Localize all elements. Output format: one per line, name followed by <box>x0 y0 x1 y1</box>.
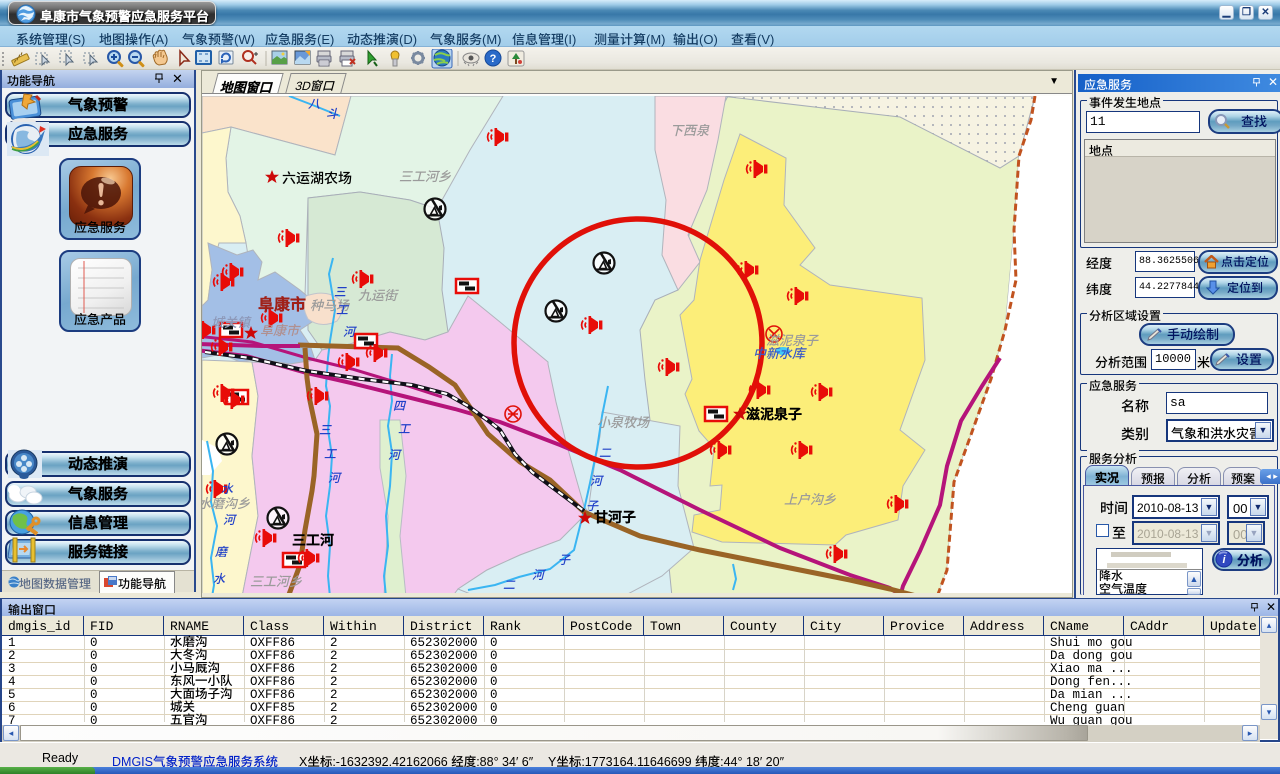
svg-text:水: 水 <box>221 480 234 497</box>
svg-text:小泉牧场: 小泉牧场 <box>597 412 651 431</box>
svg-text:子: 子 <box>558 551 571 568</box>
svg-text:滋泥泉子: 滋泥泉子 <box>746 404 802 424</box>
svg-text:三: 三 <box>319 421 332 438</box>
svg-text:二: 二 <box>599 444 612 461</box>
svg-text:六运湖农场: 六运湖农场 <box>282 168 352 188</box>
svg-text:三工河乡: 三工河乡 <box>250 571 303 590</box>
svg-text:?: ? <box>490 53 497 65</box>
svg-text:四: 四 <box>393 397 407 414</box>
svg-text:三工河: 三工河 <box>292 530 334 550</box>
svg-text:中新水库: 中新水库 <box>753 343 807 362</box>
svg-text:工: 工 <box>398 420 412 437</box>
svg-text:子: 子 <box>586 497 599 514</box>
svg-text:河: 河 <box>590 472 604 489</box>
svg-text:上户沟乡: 上户沟乡 <box>784 489 837 508</box>
svg-text:九运街: 九运街 <box>358 285 399 304</box>
svg-text:三工河乡: 三工河乡 <box>399 166 452 185</box>
svg-text:河: 河 <box>223 511 237 528</box>
svg-text:磨: 磨 <box>215 543 229 560</box>
svg-text:河: 河 <box>532 566 546 583</box>
svg-text:河: 河 <box>388 446 402 463</box>
svg-text:二: 二 <box>503 576 516 593</box>
svg-text:甘河子: 甘河子 <box>594 507 636 527</box>
svg-text:阜康市: 阜康市 <box>258 291 306 315</box>
svg-text:河: 河 <box>343 323 357 340</box>
svg-text:城关镇: 城关镇 <box>211 312 252 331</box>
svg-text:阜康市: 阜康市 <box>260 320 301 339</box>
svg-text:工: 工 <box>324 445 338 462</box>
svg-text:水: 水 <box>213 570 226 587</box>
svg-text:八: 八 <box>308 96 320 112</box>
svg-text:三: 三 <box>334 283 347 300</box>
svg-text:河: 河 <box>328 469 342 486</box>
svg-text:工: 工 <box>336 301 350 318</box>
svg-text:斗: 斗 <box>326 105 339 122</box>
svg-text:下西泉: 下西泉 <box>670 120 710 139</box>
